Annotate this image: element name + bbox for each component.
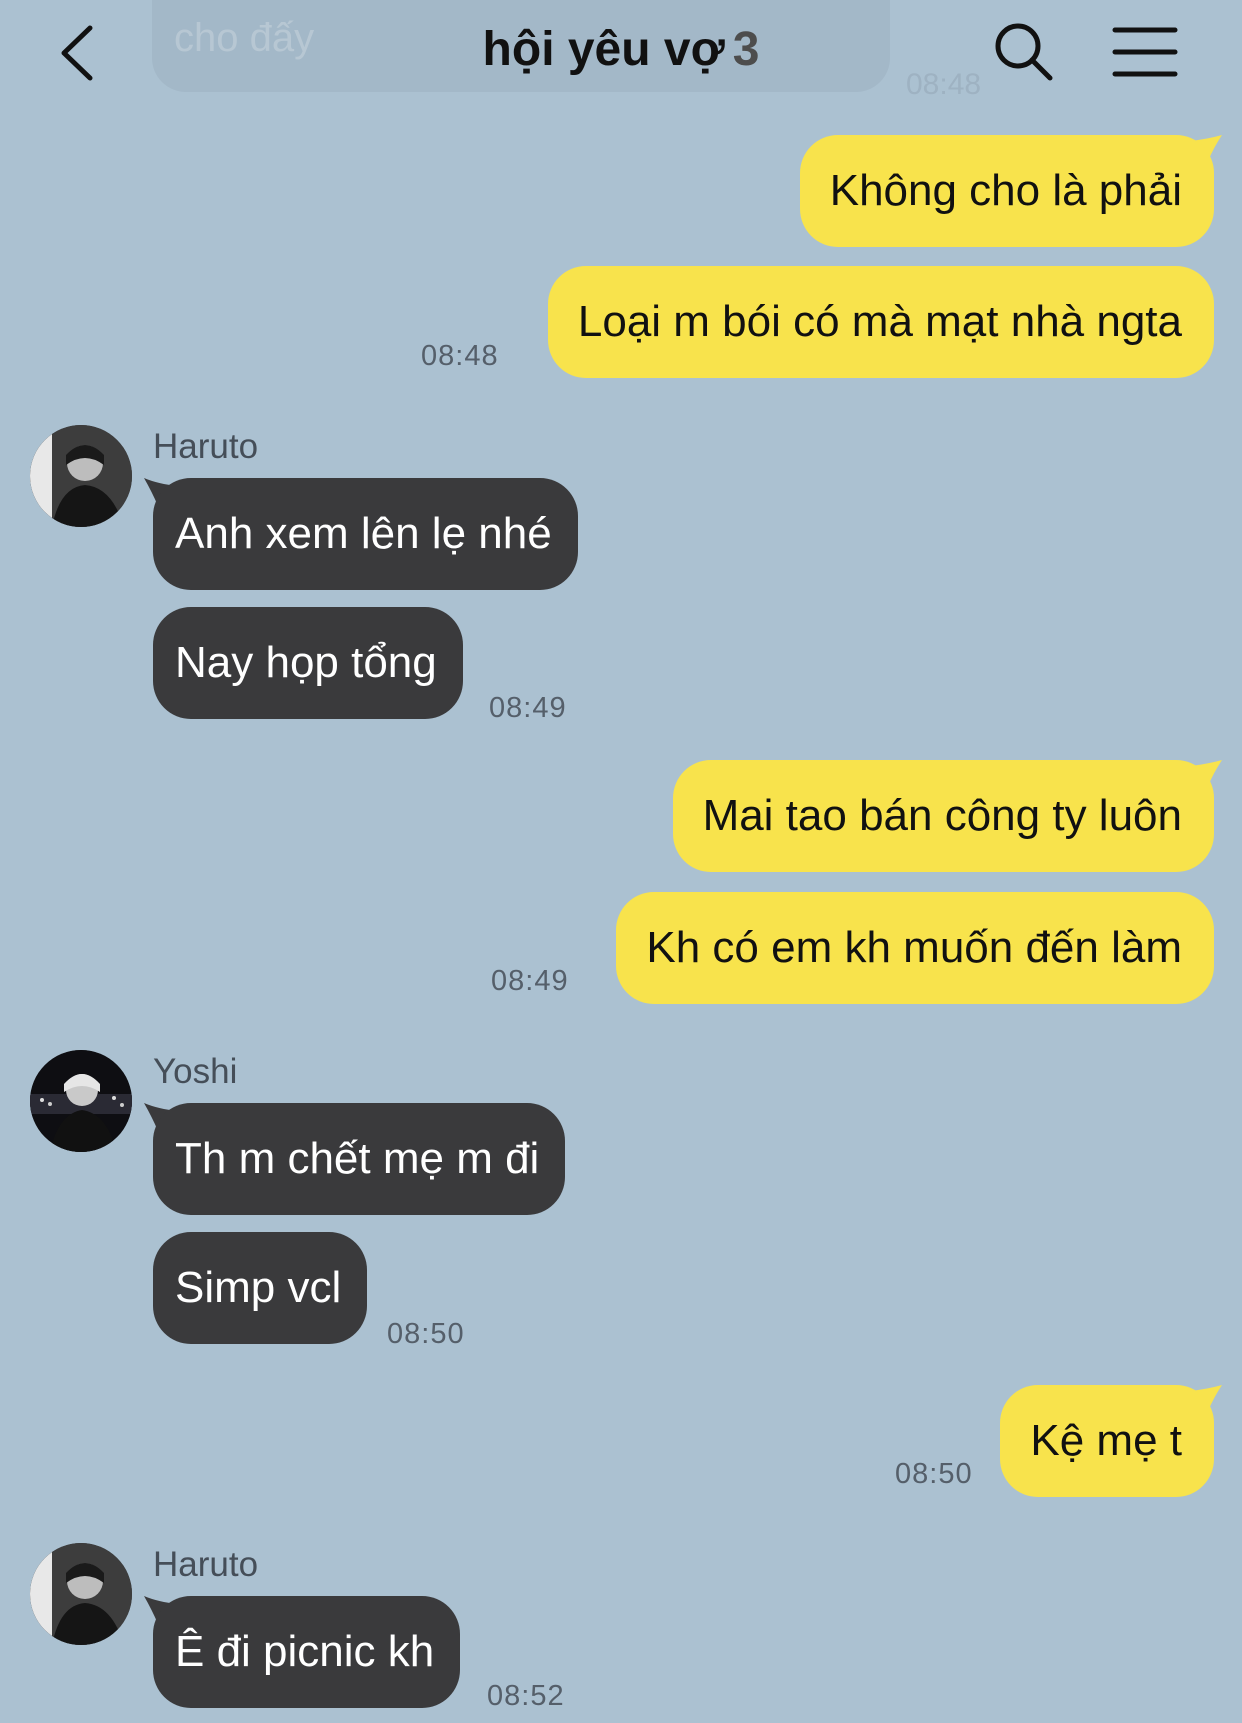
message-bubble-incoming[interactable]: Nay họp tổng <box>153 607 463 719</box>
avatar-haruto[interactable] <box>30 1543 132 1645</box>
hamburger-menu-icon <box>1112 27 1178 77</box>
message-bubble-outgoing[interactable]: Kh có em kh muốn đến làm <box>616 892 1214 1004</box>
message-bubble-incoming[interactable]: Th m chết mẹ m đi <box>153 1103 566 1215</box>
message-bubble-incoming[interactable]: Simp vcl <box>153 1232 368 1344</box>
search-icon <box>995 23 1053 81</box>
message-bubble-outgoing[interactable]: Không cho là phải <box>799 135 1214 247</box>
menu-button[interactable] <box>1112 24 1178 80</box>
avatar-yoshi[interactable] <box>30 1050 132 1152</box>
message-time: 08:52 <box>487 1680 565 1712</box>
search-button[interactable] <box>992 20 1056 84</box>
member-count: 3 <box>732 23 760 76</box>
message-bubble-outgoing[interactable]: Kệ mẹ t <box>1000 1385 1214 1497</box>
message-bubble-outgoing[interactable]: Loại m bói có mà mạt nhà ngta <box>547 266 1214 378</box>
message-time: 08:48 <box>421 340 499 372</box>
message-time: 08:50 <box>895 1458 973 1490</box>
message-time: 08:50 <box>387 1318 465 1350</box>
sender-name: Haruto <box>153 427 259 466</box>
message-time: 08:49 <box>489 692 567 724</box>
message-bubble-incoming[interactable]: Anh xem lên lẹ nhé <box>153 478 578 590</box>
sender-name: Haruto <box>153 1545 259 1584</box>
avatar-image <box>30 425 132 527</box>
avatar-image <box>30 1050 132 1152</box>
message-bubble-incoming[interactable]: Ê đi picnic kh <box>153 1596 461 1708</box>
message-time: 08:49 <box>491 965 569 997</box>
sender-name: Yoshi <box>153 1052 238 1091</box>
group-name: hội yêu vợ <box>482 23 725 76</box>
avatar-image <box>30 1543 132 1645</box>
message-bubble-outgoing[interactable]: Mai tao bán công ty luôn <box>672 760 1214 872</box>
avatar-haruto[interactable] <box>30 425 132 527</box>
